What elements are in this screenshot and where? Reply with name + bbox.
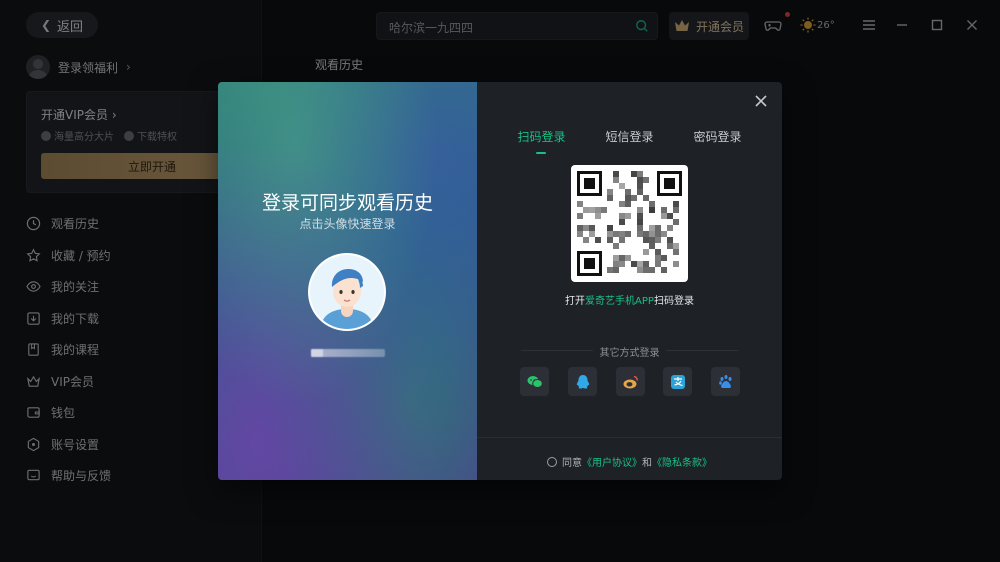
- login-panel: 扫码登录 短信登录 密码登录 打开爱奇艺手机APP扫码登录 其它方式登录 同意《…: [477, 82, 782, 480]
- weibo-icon: [623, 375, 638, 388]
- quick-login-avatar[interactable]: [308, 253, 386, 331]
- tab-qr-login[interactable]: 扫码登录: [517, 128, 565, 154]
- agreement-row: 同意《用户协议》和《隐私条款》: [477, 454, 782, 469]
- login-modal-banner: 登录可同步观看历史 点击头像快速登录: [218, 82, 477, 480]
- baidu-login-button[interactable]: [711, 367, 740, 396]
- alipay-login-button[interactable]: [663, 367, 692, 396]
- tab-password-login[interactable]: 密码登录: [694, 128, 742, 145]
- panel-divider: [477, 437, 782, 438]
- user-agreement-link[interactable]: 《用户协议》: [582, 458, 642, 469]
- paw-icon: [718, 374, 731, 388]
- login-qr-code[interactable]: [571, 165, 688, 282]
- wechat-login-button[interactable]: [520, 367, 549, 396]
- privacy-policy-link[interactable]: 《隐私条款》: [652, 458, 712, 469]
- login-tabs: 扫码登录 短信登录 密码登录: [477, 128, 782, 154]
- agree-checkbox[interactable]: [547, 457, 557, 467]
- login-modal: 登录可同步观看历史 点击头像快速登录 扫码登录 短信登录 密码登录 打开爱奇艺手…: [218, 82, 782, 480]
- wechat-icon: [527, 375, 543, 388]
- qr-hint: 打开爱奇艺手机APP扫码登录: [565, 296, 694, 307]
- banner-subtitle: 点击头像快速登录: [299, 217, 396, 231]
- weibo-login-button[interactable]: [616, 367, 645, 396]
- app-name: 爱奇艺手机APP: [585, 296, 654, 307]
- divider-line: [666, 350, 738, 351]
- payment-icon: [670, 374, 685, 389]
- close-icon[interactable]: [754, 94, 768, 108]
- tab-sms-login[interactable]: 短信登录: [605, 128, 653, 145]
- account-name-masked: [311, 349, 385, 357]
- qq-icon: [576, 374, 589, 389]
- user-avatar-icon: [310, 255, 384, 329]
- qr-code-image: [577, 171, 682, 276]
- qq-login-button[interactable]: [568, 367, 597, 396]
- banner-title: 登录可同步观看历史: [261, 192, 433, 214]
- other-methods-label: 其它方式登录: [599, 348, 660, 359]
